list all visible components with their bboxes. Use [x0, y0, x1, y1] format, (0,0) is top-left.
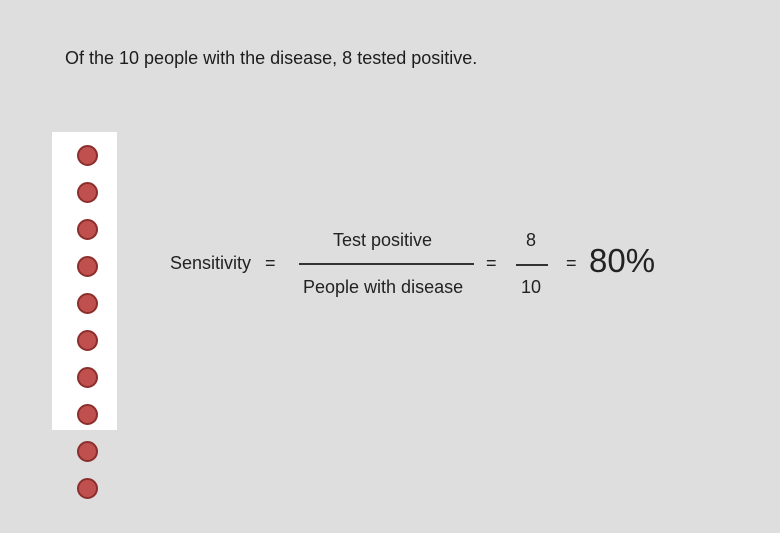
equals-sign: =: [486, 253, 497, 273]
numerator-label: Test positive: [333, 230, 433, 250]
equals-sign: =: [265, 253, 276, 273]
formula-label: Sensitivity: [170, 253, 252, 273]
sensitivity-formula: Sensitivity = Test positive People with …: [0, 0, 780, 533]
denominator-label: People with disease: [303, 277, 464, 297]
fraction-bar: [299, 263, 474, 265]
denominator-value: 10: [521, 277, 542, 297]
equals-sign: =: [566, 253, 577, 273]
result-value: 80%: [589, 242, 656, 279]
numerator-value: 8: [526, 230, 537, 250]
fraction-bar: [516, 264, 548, 266]
